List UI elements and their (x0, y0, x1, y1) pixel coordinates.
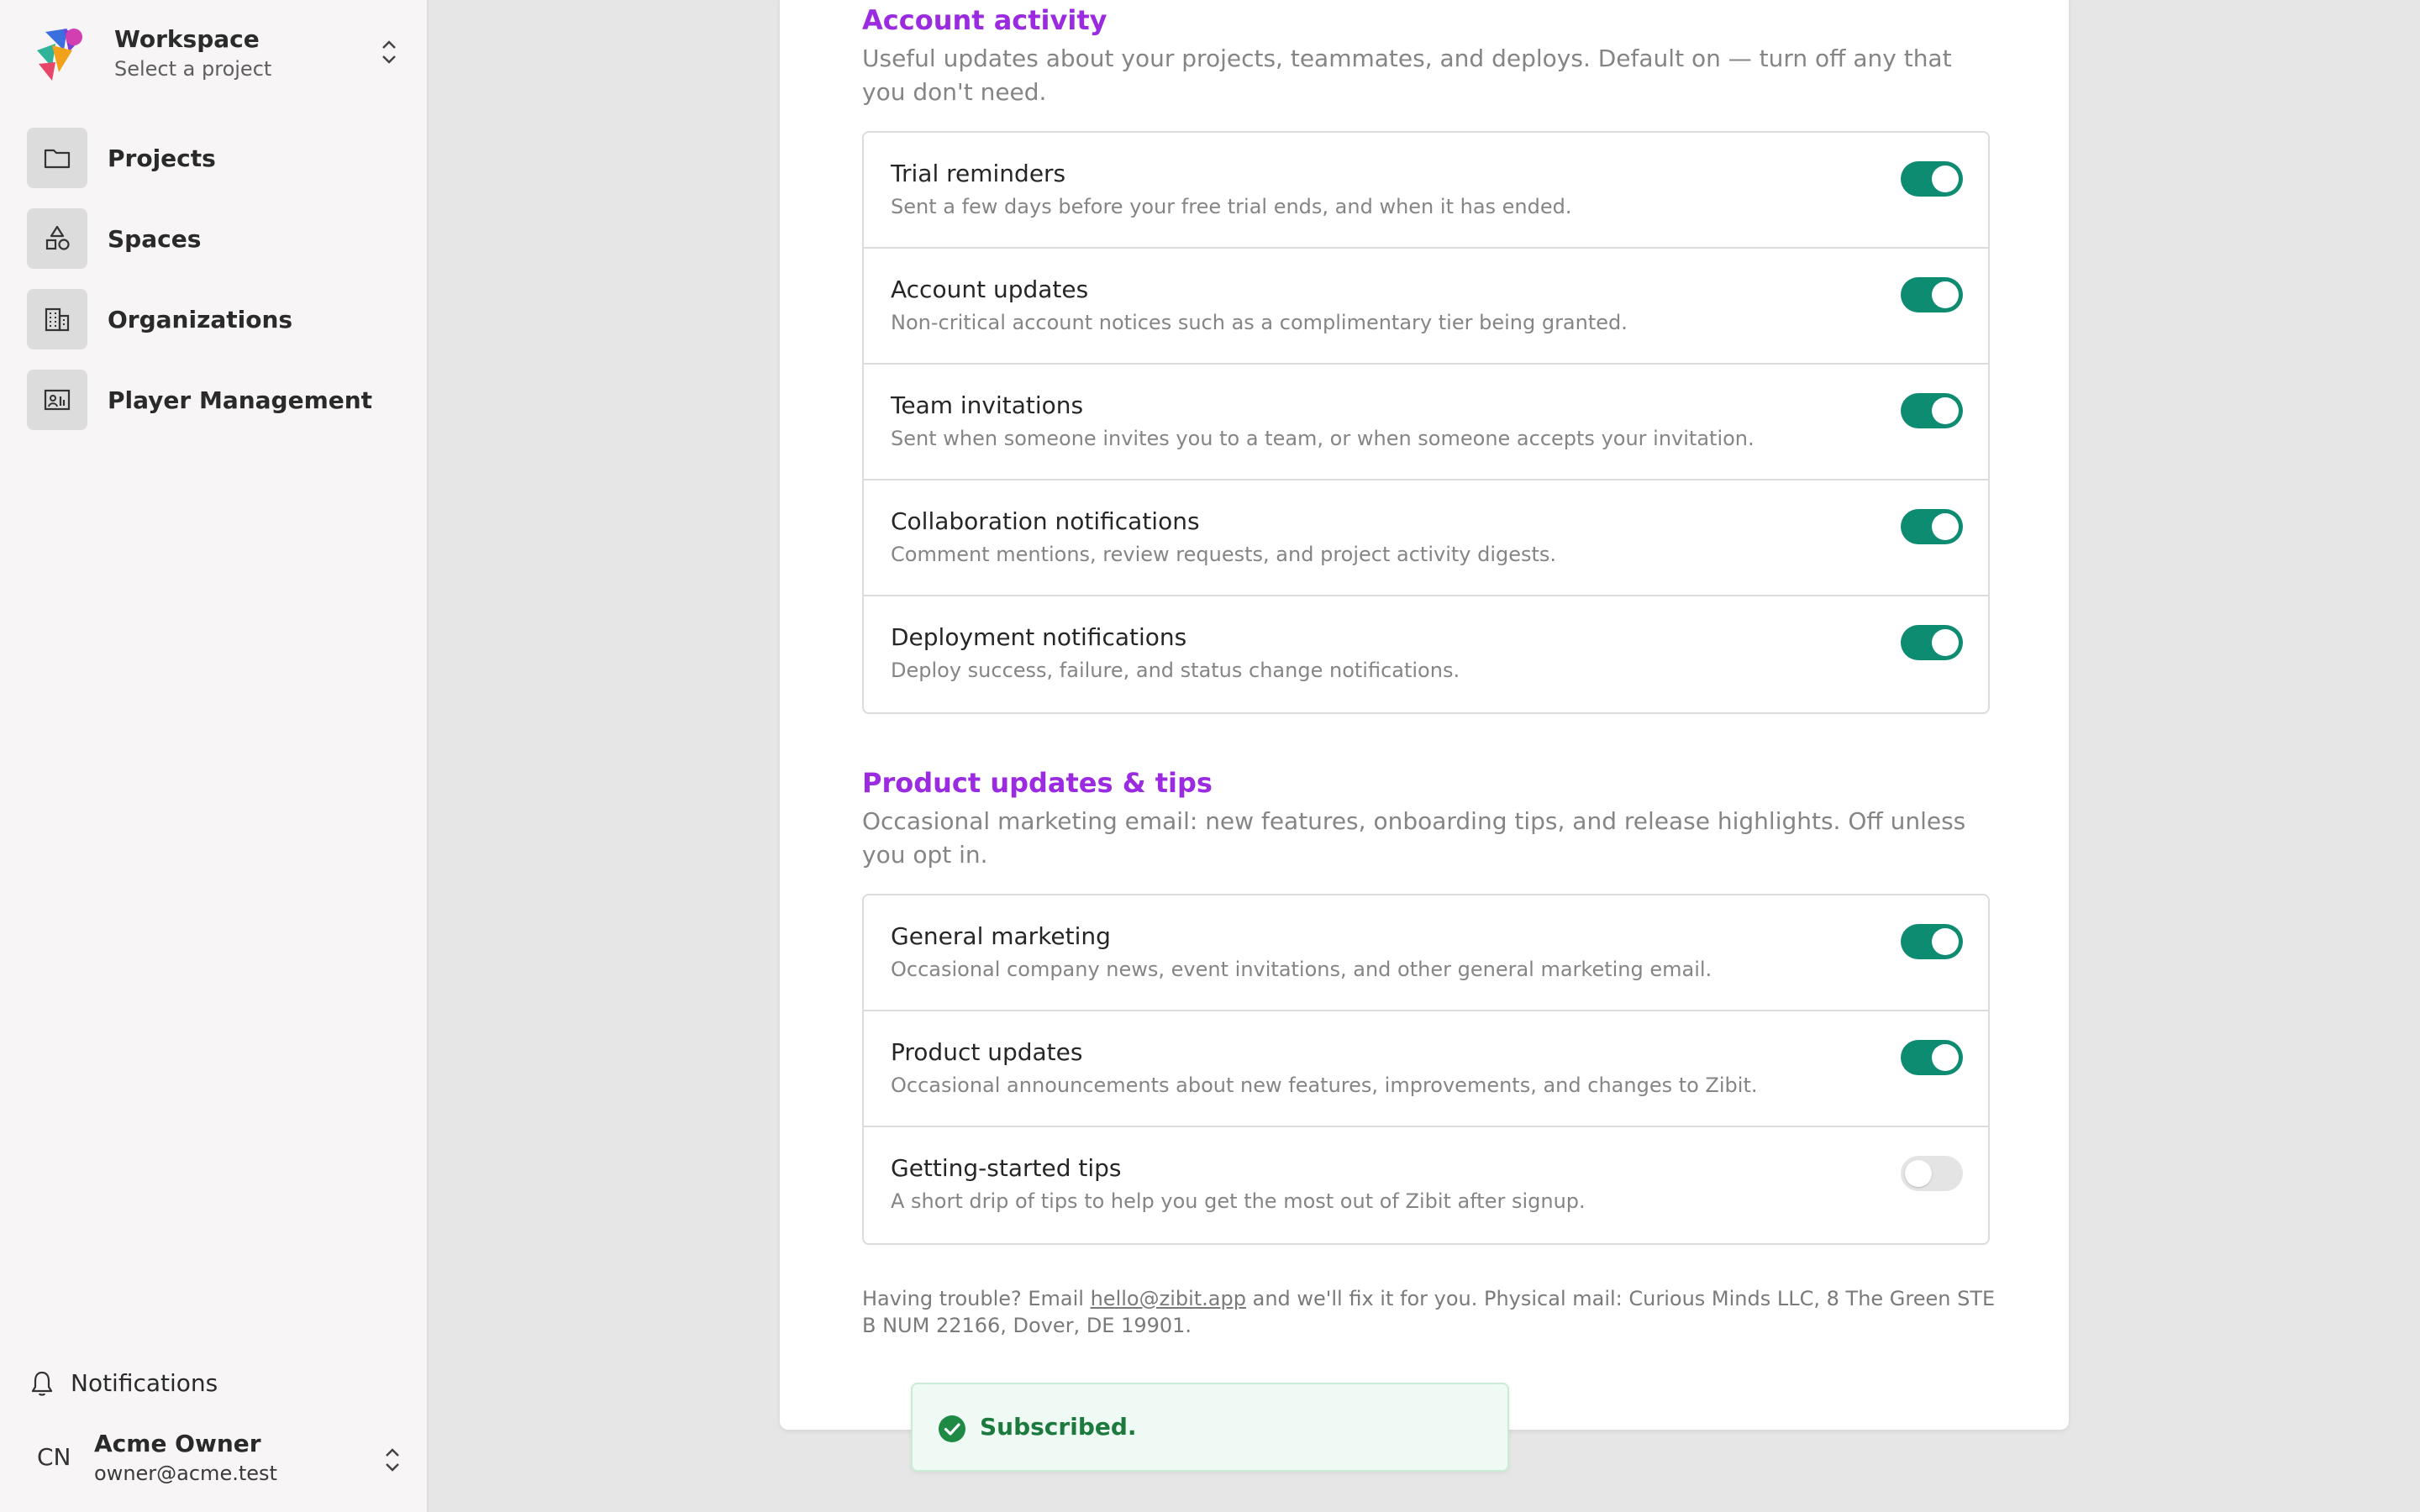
notifications-label: Notifications (71, 1369, 218, 1397)
chevron-up-down-icon (386, 1448, 399, 1472)
user-menu[interactable]: CN Acme Owner owner@acme.test (34, 1428, 403, 1490)
workspace-subtitle: Select a project (114, 57, 272, 81)
sidebar-item-label: Spaces (108, 225, 202, 253)
sidebar-item-notifications[interactable]: Notifications (29, 1366, 365, 1399)
bell-icon (31, 1371, 53, 1396)
footer-prefix: Having trouble? Email (862, 1287, 1091, 1310)
success-toast: Subscribed. (911, 1383, 1509, 1472)
item-title: General marketing (891, 922, 1111, 950)
deployment-notifications-toggle[interactable] (1901, 625, 1963, 660)
toggle-knob (1932, 513, 1959, 540)
support-footer: Having trouble? Email hello@zibit.app an… (862, 1285, 2005, 1339)
list-item: Product updates Occasional announcements… (864, 1011, 1988, 1127)
toggle-knob (1932, 629, 1959, 656)
user-name: Acme Owner (94, 1430, 261, 1457)
list-item: Collaboration notifications Comment ment… (864, 480, 1988, 596)
item-description: Sent a few days before your free trial e… (891, 195, 1572, 218)
user-email: owner@acme.test (94, 1462, 277, 1485)
item-description: Occasional announcements about new featu… (891, 1074, 1758, 1097)
product-updates-list: General marketing Occasional company new… (862, 894, 1990, 1245)
toggle-knob (1932, 928, 1959, 955)
list-item: Account updates Non-critical account not… (864, 249, 1988, 365)
chevron-up-down-icon (382, 40, 396, 64)
item-title: Deployment notifications (891, 623, 1187, 651)
item-description: A short drip of tips to help you get the… (891, 1189, 1586, 1213)
item-title: Getting-started tips (891, 1154, 1122, 1182)
collaboration-notifications-toggle[interactable] (1901, 509, 1963, 544)
general-marketing-toggle[interactable] (1901, 924, 1963, 959)
list-item: Trial reminders Sent a few days before y… (864, 133, 1988, 249)
sidebar-item-player-management[interactable]: Player Management (27, 370, 397, 430)
product-updates-toggle[interactable] (1901, 1040, 1963, 1075)
toggle-knob (1932, 281, 1959, 308)
list-item: General marketing Occasional company new… (864, 895, 1988, 1011)
support-email-link[interactable]: hello@zibit.app (1091, 1287, 1246, 1310)
folder-icon (27, 128, 87, 188)
trial-reminders-toggle[interactable] (1901, 161, 1963, 197)
getting-started-tips-toggle[interactable] (1901, 1156, 1963, 1191)
toggle-knob (1932, 1044, 1959, 1071)
sidebar-item-organizations[interactable]: Organizations (27, 289, 397, 349)
workspace-logo-icon (37, 29, 82, 81)
workspace-switcher[interactable]: Workspace Select a project (30, 24, 400, 86)
sidebar-item-spaces[interactable]: Spaces (27, 208, 397, 269)
item-description: Occasional company news, event invitatio… (891, 958, 1712, 981)
sidebar-item-label: Projects (108, 144, 216, 172)
toggle-knob (1932, 397, 1959, 424)
toggle-knob (1932, 165, 1959, 192)
check-circle-icon (939, 1415, 965, 1442)
item-description: Comment mentions, review requests, and p… (891, 543, 1557, 566)
section-title: Account activity (862, 4, 1107, 36)
sidebar-item-label: Organizations (108, 306, 293, 333)
toggle-knob (1905, 1160, 1932, 1187)
list-item: Team invitations Sent when someone invit… (864, 365, 1988, 480)
item-description: Deploy success, failure, and status chan… (891, 659, 1460, 682)
sidebar-nav: Projects Spaces Organizations Player Man… (27, 128, 397, 450)
item-title: Account updates (891, 276, 1089, 303)
item-title: Collaboration notifications (891, 507, 1200, 535)
item-description: Non-critical account notices such as a c… (891, 311, 1628, 334)
section-description: Useful updates about your projects, team… (862, 45, 1952, 106)
account-updates-toggle[interactable] (1901, 277, 1963, 312)
team-invitations-toggle[interactable] (1901, 393, 1963, 428)
avatar: CN (37, 1443, 71, 1471)
settings-card: Account activity Useful updates about yo… (780, 0, 2069, 1430)
workspace-name: Workspace (114, 25, 260, 53)
list-item: Deployment notifications Deploy success,… (864, 596, 1988, 712)
shapes-icon (27, 208, 87, 269)
building-icon (27, 289, 87, 349)
item-title: Product updates (891, 1038, 1083, 1066)
player-icon (27, 370, 87, 430)
account-activity-section: Account activity Useful updates about yo… (862, 2, 1990, 714)
sidebar-item-projects[interactable]: Projects (27, 128, 397, 188)
list-item: Getting-started tips A short drip of tip… (864, 1127, 1988, 1243)
toast-message: Subscribed. (980, 1413, 1137, 1441)
sidebar-item-label: Player Management (108, 386, 373, 414)
item-title: Team invitations (891, 391, 1084, 419)
product-updates-section: Product updates & tips Occasional market… (862, 764, 1990, 1245)
sidebar: Workspace Select a project Projects Spac… (0, 0, 429, 1512)
item-title: Trial reminders (891, 160, 1066, 187)
item-description: Sent when someone invites you to a team,… (891, 427, 1754, 450)
account-activity-list: Trial reminders Sent a few days before y… (862, 131, 1990, 714)
section-description: Occasional marketing email: new features… (862, 807, 1966, 869)
section-title: Product updates & tips (862, 767, 1213, 799)
